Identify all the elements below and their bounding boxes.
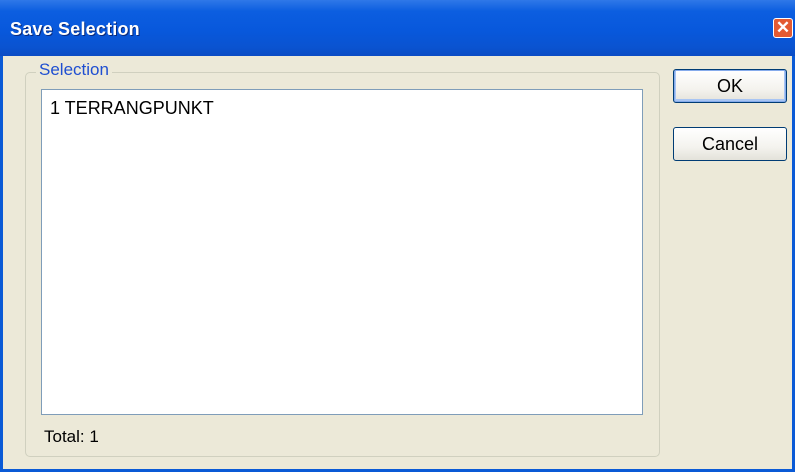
window-title: Save Selection <box>10 19 140 39</box>
list-item[interactable]: 1 TERRANGPUNKT <box>50 97 214 119</box>
close-button[interactable]: ✕ <box>773 18 793 38</box>
save-selection-dialog: Save Selection ✕ Selection 1 TERRANGPUNK… <box>0 0 795 472</box>
total-label: Total: 1 <box>44 427 99 446</box>
cancel-button[interactable]: Cancel <box>673 127 787 161</box>
selection-group-label: Selection <box>36 60 112 80</box>
ok-button[interactable]: OK <box>673 69 787 103</box>
title-bar[interactable]: Save Selection ✕ <box>0 0 795 56</box>
close-icon: ✕ <box>775 18 791 37</box>
selection-list[interactable]: 1 TERRANGPUNKT <box>41 89 643 415</box>
